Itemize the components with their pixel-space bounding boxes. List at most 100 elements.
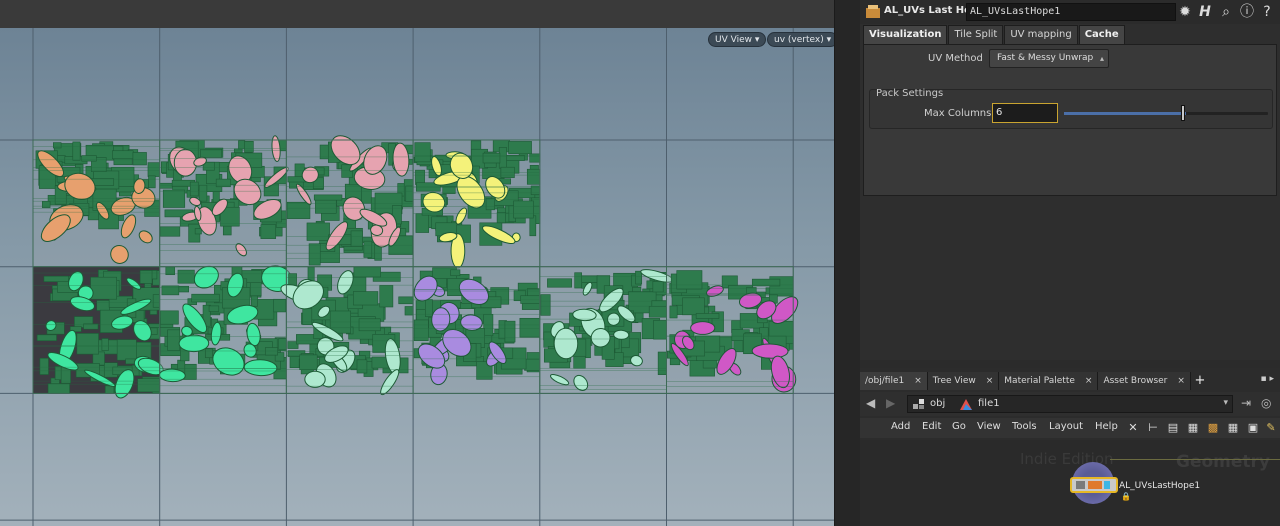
uv-canvas[interactable]	[0, 28, 834, 526]
uv-island	[260, 224, 277, 239]
tab-asset-browser[interactable]: Asset Browser ×	[1098, 372, 1191, 390]
menu-edit[interactable]: Edit	[922, 421, 941, 432]
menu-tools[interactable]: Tools	[1012, 421, 1037, 432]
uv-shell	[158, 368, 186, 383]
uv-island	[313, 194, 343, 201]
tab-obj-file1[interactable]: /obj/file1 ×	[860, 372, 928, 390]
uv-island	[264, 347, 278, 356]
uv-island	[498, 147, 507, 169]
uv-method-dropdown[interactable]: Fast & Messy Unwrap ▴	[989, 49, 1109, 68]
tab-cache[interactable]: Cache	[1078, 25, 1125, 44]
grid-icon[interactable]: ▦	[1186, 421, 1200, 435]
uv-island	[635, 270, 643, 285]
uv-island	[147, 162, 160, 177]
uv-island	[238, 140, 246, 150]
uv-island	[160, 310, 179, 325]
uv-island	[39, 357, 49, 375]
hda-node[interactable]	[1070, 477, 1118, 493]
uv-island	[676, 270, 703, 290]
gear-icon[interactable]: ✹	[1176, 3, 1194, 21]
menu-go[interactable]: Go	[952, 421, 966, 432]
node-wire	[1110, 459, 1280, 460]
tab-tree-view[interactable]: Tree View ×	[927, 372, 1000, 390]
uv-island	[204, 348, 213, 359]
uv-island	[90, 276, 117, 300]
tab-tile-split[interactable]: Tile Split	[948, 25, 1004, 44]
tiles-icon[interactable]: ▦	[1226, 421, 1240, 435]
tab-label: /obj/file1	[865, 376, 905, 386]
slider-handle[interactable]	[1181, 105, 1185, 121]
uv-island	[53, 142, 62, 149]
uv-viewport[interactable]: UV View ▾ uv (vertex) ▾	[0, 28, 834, 526]
tab-visualization[interactable]: Visualization	[863, 25, 948, 44]
uv-island	[191, 293, 220, 303]
tab-label: Tree View	[932, 376, 976, 386]
uv-island	[194, 228, 202, 235]
tab-uv-mapping[interactable]: UV mapping	[1004, 25, 1078, 44]
node-display-flag[interactable]	[1104, 481, 1110, 489]
uv-island	[485, 198, 495, 211]
path-field[interactable]: obj file1 ▾	[907, 395, 1233, 413]
menu-add[interactable]: Add	[891, 421, 910, 432]
network-tabs: /obj/file1 × Tree View × Material Palette ×…	[860, 372, 1280, 390]
network-menu-bar: Add Edit Go View Tools Layout Help ✕ ⊢ ▤…	[860, 418, 1280, 438]
uv-island	[496, 212, 506, 224]
info-icon[interactable]: ⓘ	[1238, 3, 1256, 21]
close-icon[interactable]: ×	[1177, 376, 1185, 386]
pane-splitter[interactable]	[834, 0, 860, 526]
uv-island	[302, 308, 313, 326]
uv-island	[653, 320, 667, 340]
forward-arrow-icon[interactable]: ▶	[886, 396, 895, 410]
uv-island	[36, 334, 57, 342]
list-icon[interactable]: ▤	[1166, 421, 1180, 435]
uv-shell	[553, 327, 579, 360]
network-canvas[interactable]: Indie Edition Geometry AL_UVsLastHope1 🔒	[860, 440, 1280, 526]
uv-island	[379, 285, 394, 308]
wrench-icon[interactable]: ✕	[1126, 421, 1140, 435]
close-icon[interactable]: ×	[1085, 376, 1093, 386]
note-icon[interactable]: ✎	[1264, 421, 1278, 435]
uv-island	[657, 351, 667, 375]
uv-island	[398, 296, 414, 305]
image-icon[interactable]: ▣	[1246, 421, 1260, 435]
crumb-file1[interactable]: file1	[978, 398, 1000, 409]
uv-island	[152, 294, 160, 308]
uv-island	[47, 383, 70, 394]
tab-label: Asset Browser	[1103, 376, 1168, 386]
help-h-icon[interactable]: H	[1196, 3, 1214, 21]
chevron-down-icon[interactable]: ▾	[1223, 398, 1228, 408]
back-arrow-icon[interactable]: ◀	[866, 396, 875, 410]
uv-view-button[interactable]: UV View ▾	[708, 32, 767, 47]
question-icon[interactable]: ?	[1258, 3, 1276, 21]
menu-help[interactable]: Help	[1095, 421, 1118, 432]
close-icon[interactable]: ×	[986, 376, 994, 386]
uv-island	[112, 150, 134, 160]
uv-island	[353, 266, 381, 278]
palette-icon[interactable]: ▩	[1206, 421, 1220, 435]
uv-island	[529, 215, 537, 237]
uv-shell	[304, 370, 326, 388]
uv-island	[315, 198, 337, 214]
node-bypass-flag[interactable]	[1076, 481, 1085, 489]
uv-island	[547, 278, 572, 288]
pane-maximize-icon[interactable]: ▪ ▸	[1261, 374, 1274, 384]
tab-material-palette[interactable]: Material Palette ×	[999, 372, 1099, 390]
link-icon[interactable]: ◎	[1261, 396, 1271, 410]
menu-view[interactable]: View	[977, 421, 1001, 432]
pack-settings-title: Pack Settings	[876, 88, 944, 99]
node-label: AL_UVsLastHope1	[1119, 481, 1201, 491]
lock-icon: 🔒	[1121, 492, 1131, 501]
pin-icon[interactable]: ⇥	[1241, 396, 1251, 410]
uv-island	[76, 333, 99, 355]
max-columns-slider[interactable]	[1064, 112, 1268, 115]
menu-layout[interactable]: Layout	[1049, 421, 1083, 432]
uv-attrib-button[interactable]: uv (vertex) ▾	[767, 32, 834, 47]
uv-island	[529, 153, 541, 163]
crumb-obj[interactable]: obj	[930, 398, 945, 409]
max-columns-field[interactable]: 6	[992, 103, 1058, 123]
node-name-input[interactable]: AL_UVsLastHope1	[966, 3, 1176, 21]
add-tab-button[interactable]: +	[1191, 372, 1209, 390]
close-icon[interactable]: ×	[914, 376, 922, 386]
tree-icon[interactable]: ⊢	[1146, 421, 1160, 435]
search-icon[interactable]: ⌕	[1217, 3, 1235, 21]
